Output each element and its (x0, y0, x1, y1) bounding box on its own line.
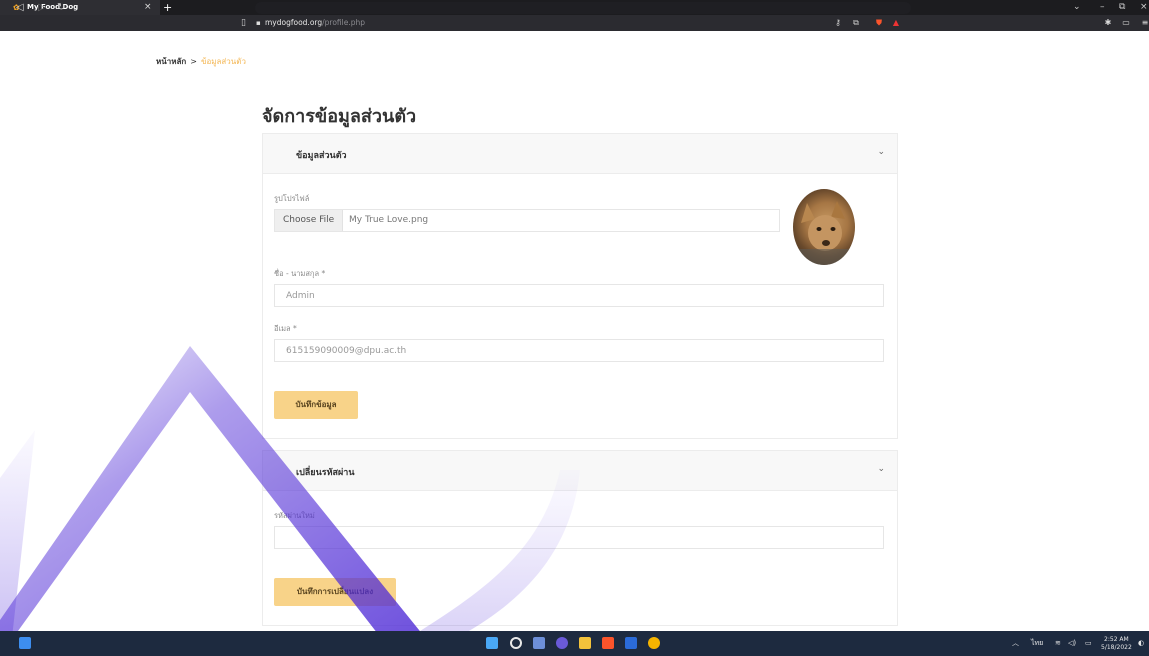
avatar (793, 189, 855, 265)
extensions-icon[interactable]: ✱ (1103, 18, 1113, 28)
url-text[interactable]: mydogfood.org/profile.php (265, 15, 365, 31)
breadcrumb-current: ข้อมูลส่วนตัว (200, 57, 246, 66)
brave-rewards-icon[interactable]: ▲ (891, 18, 901, 28)
email-field[interactable]: 615159090009@dpu.ac.th (274, 339, 884, 362)
new-password-field[interactable] (274, 526, 884, 549)
forward-icon[interactable]: ▷ (38, 0, 46, 16)
profile-panel-header[interactable]: ข้อมูลส่วนตัว ⌄ (263, 134, 897, 174)
breadcrumb-home[interactable]: หน้าหลัก (156, 57, 186, 66)
email-label: อีเมล * (274, 324, 297, 333)
breadcrumb-separator: > (190, 57, 197, 66)
name-field[interactable]: Admin (274, 284, 884, 307)
profile-picture-label: รูปโปรไฟล์ (274, 194, 310, 203)
tab-search-icon[interactable]: ⌄ (1073, 0, 1081, 15)
tray-chevron-icon[interactable]: ︿ (1012, 631, 1019, 656)
back-icon[interactable]: ◁ (16, 0, 24, 16)
bookmark-icon[interactable]: ▯ (241, 15, 246, 31)
profile-picture-file-input[interactable]: Choose File My True Love.png (274, 209, 780, 232)
breadcrumb: หน้าหลัก > ข้อมูลส่วนตัว (156, 55, 246, 68)
name-label: ชื่อ - นามสกุล * (274, 269, 326, 278)
language-indicator[interactable]: ไทย (1031, 631, 1043, 656)
new-password-label: รหัสผ่านใหม่ (274, 511, 315, 520)
clock-time: 2:52 AM (1104, 636, 1129, 643)
battery-icon[interactable]: ▭ (1085, 631, 1092, 656)
tab-close-icon[interactable]: × (144, 0, 152, 15)
menu-icon[interactable]: ≡ (1140, 18, 1149, 28)
widgets-icon[interactable] (19, 637, 31, 649)
tab-title: My Food Dog (27, 3, 79, 11)
file-explorer-icon[interactable] (579, 637, 591, 649)
task-view-icon[interactable] (533, 637, 545, 649)
translate-icon[interactable]: ⧉ (851, 18, 861, 28)
brave-shield-icon[interactable]: ⛊ (874, 18, 884, 28)
password-panel-header[interactable]: เปลี่ยนรหัสผ่าน ⌄ (263, 451, 897, 491)
browser-tab[interactable]: ✿ My Food Dog × (0, 0, 160, 15)
save-profile-button[interactable]: บันทึกข้อมูล (274, 391, 358, 419)
chrome-icon[interactable] (648, 637, 660, 649)
sidebar-icon[interactable]: ▭ (1121, 18, 1131, 28)
search-icon[interactable] (510, 637, 522, 649)
reload-icon[interactable]: ↻ (57, 0, 65, 16)
save-password-button[interactable]: บันทึกการเปลี่ยนแปลง (274, 578, 396, 606)
notification-icon[interactable]: ◐ (1138, 631, 1144, 656)
volume-icon[interactable]: ◁) (1068, 631, 1076, 656)
lock-icon: ▪ (256, 19, 261, 27)
chevron-down-icon[interactable]: ⌄ (877, 147, 885, 157)
address-bar[interactable] (255, 2, 911, 14)
wifi-icon[interactable]: ≋ (1055, 631, 1061, 656)
key-icon[interactable]: ⚷ (833, 18, 843, 28)
page-title: จัดการข้อมูลส่วนตัว (262, 106, 417, 127)
close-window-icon[interactable]: × (1140, 0, 1148, 15)
clock[interactable]: 2:52 AM 5/18/2022 (1101, 636, 1132, 652)
password-panel-title: เปลี่ยนรหัสผ่าน (296, 468, 355, 478)
choose-file-button[interactable]: Choose File (275, 210, 344, 231)
clock-date: 5/18/2022 (1101, 644, 1132, 651)
browser-toolbar (0, 15, 1149, 31)
selected-file-name: My True Love.png (349, 215, 429, 225)
chevron-down-icon[interactable]: ⌄ (877, 464, 885, 474)
chat-icon[interactable] (556, 637, 568, 649)
restore-icon[interactable]: ⧉ (1119, 0, 1125, 15)
minimize-icon[interactable]: – (1100, 0, 1105, 15)
word-icon[interactable] (625, 637, 637, 649)
profile-panel-title: ข้อมูลส่วนตัว (296, 151, 347, 161)
new-tab-button[interactable]: + (163, 0, 172, 15)
start-icon[interactable] (486, 637, 498, 649)
brave-browser-icon[interactable] (602, 637, 614, 649)
taskbar (0, 631, 1149, 656)
